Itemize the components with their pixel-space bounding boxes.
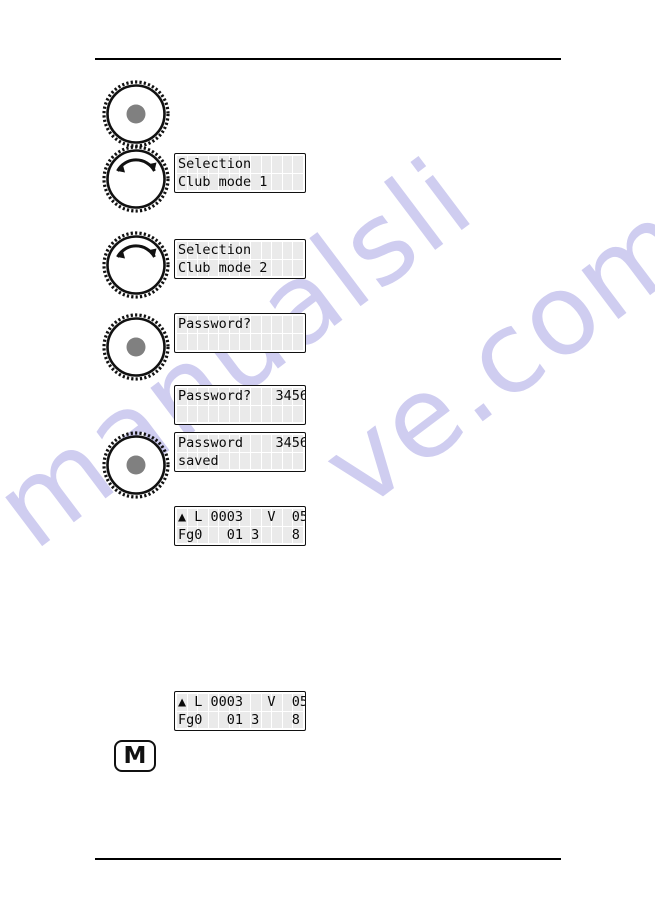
lcd-text-rows: Password? — [175, 314, 305, 352]
lcd-status-lower: ▲ L 0003 V 05 Fg0 01 3 8 — [174, 691, 306, 731]
lcd-text-rows: Password? 3456 — [175, 386, 305, 424]
lcd-line-2: Fg0 01 3 8 — [178, 527, 300, 543]
lcd-text-rows: Selection Club mode 2 — [175, 240, 305, 278]
knob-press-icon — [102, 80, 170, 148]
m-button[interactable]: M — [114, 740, 156, 772]
knob-press-icon — [102, 313, 170, 381]
lcd-selection-club-mode-1: Selection Club mode 1 — [174, 153, 306, 193]
instruction-sequence: Selection Club mode 1 Selection Club mod… — [0, 0, 655, 919]
lcd-line-1: ▲ L 0003 V 05 — [178, 509, 306, 525]
lcd-line-1: Selection — [178, 242, 252, 258]
lcd-line-2 — [178, 405, 302, 423]
knob-press-step-4[interactable] — [101, 312, 171, 382]
lcd-password-entered: Password? 3456 — [174, 385, 306, 425]
knob-turn-step-2[interactable] — [101, 144, 171, 214]
lcd-status-upper: ▲ L 0003 V 05 Fg0 01 3 8 — [174, 506, 306, 546]
lcd-line-1: ▲ L 0003 V 05 — [178, 694, 306, 710]
lcd-password-saved: Password 3456 saved — [174, 432, 306, 472]
lcd-password-prompt: Password? — [174, 313, 306, 353]
lcd-line-2: Fg0 01 3 8 — [178, 712, 300, 728]
lcd-line-1: Password 3456 — [178, 435, 306, 451]
knob-press-step-6[interactable] — [101, 430, 171, 500]
lcd-line-2 — [178, 333, 302, 351]
lcd-selection-club-mode-2: Selection Club mode 2 — [174, 239, 306, 279]
lcd-line-1: Password? — [178, 316, 252, 332]
lcd-line-1: Selection — [178, 156, 252, 172]
knob-turn-icon — [102, 231, 170, 299]
m-button-label: M — [123, 742, 147, 769]
lcd-line-2: Club mode 2 — [178, 260, 268, 276]
knob-turn-icon — [102, 145, 170, 213]
lcd-text-rows: ▲ L 0003 V 05 Fg0 01 3 8 — [175, 692, 305, 730]
lcd-line-2: Club mode 1 — [178, 174, 268, 190]
knob-press-step-1[interactable] — [101, 79, 171, 149]
lcd-text-rows: ▲ L 0003 V 05 Fg0 01 3 8 — [175, 507, 305, 545]
lcd-text-rows: Password 3456 saved — [175, 433, 305, 471]
lcd-line-2: saved — [178, 453, 219, 469]
knob-press-icon — [102, 431, 170, 499]
knob-turn-step-3[interactable] — [101, 230, 171, 300]
lcd-text-rows: Selection Club mode 1 — [175, 154, 305, 192]
lcd-line-1: Password? 3456 — [178, 388, 306, 404]
